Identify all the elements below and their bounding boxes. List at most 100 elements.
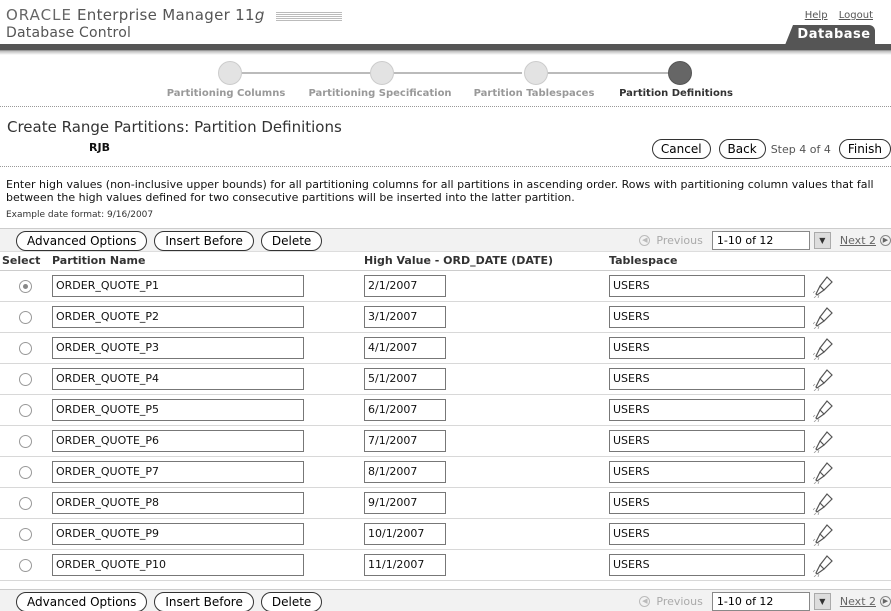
advanced-options-button[interactable]: Advanced Options <box>16 231 148 251</box>
train-label-3[interactable]: Partition Tablespaces <box>474 88 595 99</box>
partition-name-input[interactable]: ORDER_QUOTE_P10 <box>52 553 304 576</box>
insert-before-button[interactable]: Insert Before <box>154 592 254 611</box>
tablespace-cell: USERS <box>607 270 891 302</box>
table-row: ORDER_QUOTE_P9 10/1/2007 USERS <box>0 518 891 550</box>
high-value-input[interactable]: 2/1/2007 <box>364 274 446 297</box>
high-value-input[interactable]: 9/1/2007 <box>364 491 446 514</box>
previous-label: Previous <box>656 595 703 608</box>
flashlight-search-icon[interactable] <box>812 460 835 484</box>
tablespace-input[interactable]: USERS <box>609 491 805 514</box>
flashlight-search-icon[interactable] <box>812 398 835 422</box>
pager: ◀ Previous 1-10 of 12 ▼ Next 2 ▶ <box>639 231 891 250</box>
tablespace-input[interactable]: USERS <box>609 398 805 421</box>
flashlight-search-icon[interactable] <box>812 367 835 391</box>
flashlight-search-icon[interactable] <box>812 305 835 329</box>
flashlight-search-icon[interactable] <box>812 336 835 360</box>
logout-link[interactable]: Logout <box>839 10 873 21</box>
flashlight-search-icon[interactable] <box>812 274 835 298</box>
row-select-radio[interactable] <box>18 403 32 417</box>
train-stop-1[interactable] <box>218 61 242 85</box>
next-arrow-icon[interactable]: ▶ <box>880 235 891 246</box>
high-value-input[interactable]: 4/1/2007 <box>364 336 446 359</box>
partition-name-input[interactable]: ORDER_QUOTE_P8 <box>52 491 304 514</box>
select-cell <box>0 518 50 550</box>
high-value-input[interactable]: 11/1/2007 <box>364 553 446 576</box>
partition-name-input[interactable]: ORDER_QUOTE_P1 <box>52 274 304 297</box>
finish-button[interactable]: Finish <box>838 139 891 159</box>
back-button[interactable]: Back <box>718 139 766 159</box>
cancel-button[interactable]: Cancel <box>651 139 711 159</box>
page-range-select[interactable]: 1-10 of 12 <box>711 592 810 611</box>
delete-button[interactable]: Delete <box>260 592 323 611</box>
tab-database[interactable]: Database <box>785 25 875 45</box>
tablespace-input[interactable]: USERS <box>609 367 805 390</box>
train-stop-2[interactable] <box>370 61 394 85</box>
tablespace-input[interactable]: USERS <box>609 429 805 452</box>
tablespace-input[interactable]: USERS <box>609 522 805 545</box>
select-cell <box>0 549 50 581</box>
tablespace-cell: USERS <box>607 394 891 426</box>
next-link[interactable]: Next 2 <box>840 234 876 247</box>
row-select-radio[interactable] <box>18 558 32 572</box>
partition-name-input[interactable]: ORDER_QUOTE_P7 <box>52 460 304 483</box>
previous-link: ◀ Previous <box>639 595 703 608</box>
tablespace-input[interactable]: USERS <box>609 460 805 483</box>
date-format-hint: Example date format: 9/16/2007 <box>6 210 154 220</box>
flashlight-search-icon[interactable] <box>812 553 835 577</box>
partition-name-input[interactable]: ORDER_QUOTE_P5 <box>52 398 304 421</box>
advanced-options-button[interactable]: Advanced Options <box>16 592 148 611</box>
tablespace-cell: USERS <box>607 425 891 457</box>
high-value-input[interactable]: 8/1/2007 <box>364 460 446 483</box>
train-label-2[interactable]: Partitioning Specification <box>308 88 451 99</box>
partition-name-input[interactable]: ORDER_QUOTE_P9 <box>52 522 304 545</box>
row-select-radio[interactable] <box>18 279 32 293</box>
tablespace-input[interactable]: USERS <box>609 336 805 359</box>
next-arrow-icon[interactable]: ▶ <box>880 596 891 607</box>
high-value-input[interactable]: 7/1/2007 <box>364 429 446 452</box>
table-row: ORDER_QUOTE_P6 7/1/2007 USERS <box>0 425 891 457</box>
flashlight-search-icon[interactable] <box>812 522 835 546</box>
train-label-1[interactable]: Partitioning Columns <box>167 88 286 99</box>
table-row: ORDER_QUOTE_P3 4/1/2007 USERS <box>0 332 891 364</box>
page-title: Create Range Partitions: Partition Defin… <box>7 118 342 136</box>
flashlight-search-icon[interactable] <box>812 491 835 515</box>
high-value-input[interactable]: 6/1/2007 <box>364 398 446 421</box>
previous-link: ◀ Previous <box>639 234 703 247</box>
table-row: ORDER_QUOTE_P5 6/1/2007 USERS <box>0 394 891 426</box>
object-name: RJB <box>89 141 110 154</box>
row-select-radio[interactable] <box>18 434 32 448</box>
partition-name-input[interactable]: ORDER_QUOTE_P4 <box>52 367 304 390</box>
high-value-input[interactable]: 3/1/2007 <box>364 305 446 328</box>
page-range-select[interactable]: 1-10 of 12 <box>711 231 810 250</box>
tablespace-cell: USERS <box>607 549 891 581</box>
high-value-input[interactable]: 5/1/2007 <box>364 367 446 390</box>
partition-name-cell: ORDER_QUOTE_P7 <box>50 456 362 488</box>
tablespace-input[interactable]: USERS <box>609 553 805 576</box>
table-row: ORDER_QUOTE_P1 2/1/2007 USERS <box>0 270 891 302</box>
row-select-radio[interactable] <box>18 372 32 386</box>
high-value-cell: 9/1/2007 <box>362 487 607 519</box>
high-value-cell: 5/1/2007 <box>362 363 607 395</box>
row-select-radio[interactable] <box>18 527 32 541</box>
high-value-input[interactable]: 10/1/2007 <box>364 522 446 545</box>
select-cell <box>0 301 50 333</box>
chevron-down-icon[interactable]: ▼ <box>813 232 831 249</box>
partition-name-cell: ORDER_QUOTE_P2 <box>50 301 362 333</box>
partition-name-input[interactable]: ORDER_QUOTE_P2 <box>52 305 304 328</box>
chevron-down-icon[interactable]: ▼ <box>813 593 831 610</box>
next-link[interactable]: Next 2 <box>840 595 876 608</box>
train-stop-3[interactable] <box>524 61 548 85</box>
help-link[interactable]: Help <box>805 10 828 21</box>
tablespace-input[interactable]: USERS <box>609 274 805 297</box>
delete-button[interactable]: Delete <box>260 231 323 251</box>
partition-name-input[interactable]: ORDER_QUOTE_P3 <box>52 336 304 359</box>
row-select-radio[interactable] <box>18 465 32 479</box>
row-select-radio[interactable] <box>18 496 32 510</box>
row-select-radio[interactable] <box>18 341 32 355</box>
flashlight-search-icon[interactable] <box>812 429 835 453</box>
high-value-cell: 3/1/2007 <box>362 301 607 333</box>
tablespace-input[interactable]: USERS <box>609 305 805 328</box>
partition-name-input[interactable]: ORDER_QUOTE_P6 <box>52 429 304 452</box>
insert-before-button[interactable]: Insert Before <box>154 231 254 251</box>
row-select-radio[interactable] <box>18 310 32 324</box>
